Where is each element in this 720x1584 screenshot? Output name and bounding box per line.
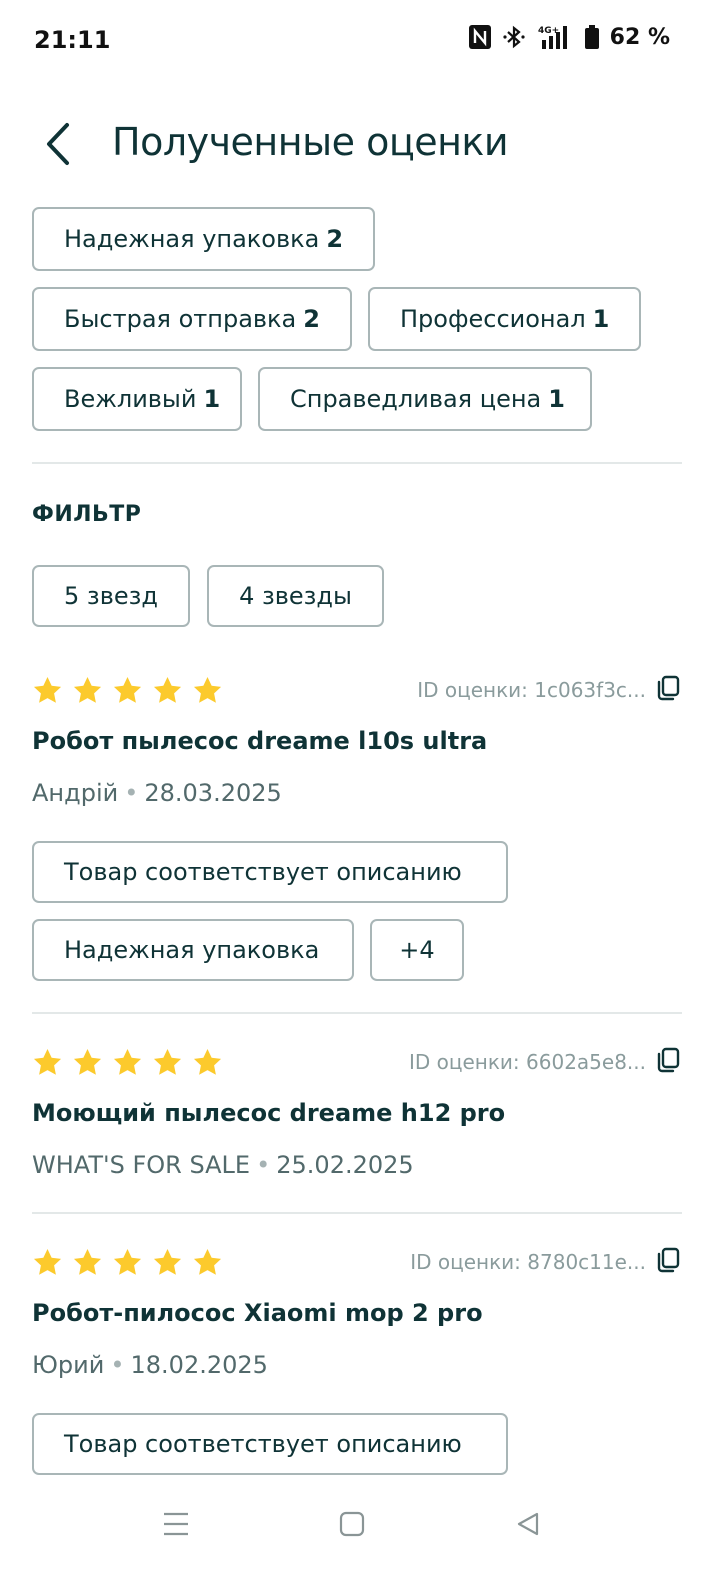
review-tag: Товар соответствует описанию <box>32 1413 508 1475</box>
status-icons: 4G+ 62 % <box>468 24 670 50</box>
copy-icon[interactable] <box>654 1046 682 1074</box>
rating-tag-count: 1 <box>592 305 610 333</box>
star-icon <box>33 1248 62 1275</box>
star-icon <box>153 1248 182 1275</box>
product-title[interactable]: Моющий пылесос dreame h12 pro <box>32 1099 505 1127</box>
rating-tag-label: Надежная упаковка <box>64 225 320 253</box>
rating-tag: Профессионал 1 <box>368 287 641 351</box>
filter-5-stars-button[interactable]: 5 звезд <box>32 565 190 627</box>
review-id: ID оценки: 8780c11e... <box>410 1250 646 1274</box>
rating-tag: Вежливый 1 <box>32 367 242 431</box>
review-tag: Надежная упаковка <box>32 919 354 981</box>
filter-title: ФИЛЬТР <box>32 502 142 527</box>
battery-icon <box>584 24 600 50</box>
star-rating <box>32 675 223 706</box>
star-icon <box>73 676 102 703</box>
review-meta: Андрій • 28.03.2025 <box>32 779 282 807</box>
divider <box>32 1012 682 1014</box>
menu-button[interactable] <box>156 1508 196 1540</box>
separator-dot: • <box>256 1151 271 1179</box>
page-title: Полученные оценки <box>112 120 509 164</box>
star-icon <box>113 1048 142 1075</box>
rating-tag: Надежная упаковка 2 <box>32 207 375 271</box>
review-meta: WHAT'S FOR SALE • 25.02.2025 <box>32 1151 414 1179</box>
back-button[interactable] <box>30 116 86 172</box>
separator-dot: • <box>110 1351 125 1379</box>
review-meta: Юрий • 18.02.2025 <box>32 1351 268 1379</box>
rating-tag-count: 2 <box>326 225 344 253</box>
battery-percent: 62 % <box>609 24 670 50</box>
review-author: Андрій <box>32 779 119 807</box>
menu-icon <box>164 1512 188 1536</box>
signal-icon: 4G+ <box>538 24 574 50</box>
review-date: 28.03.2025 <box>144 779 282 807</box>
review-author: Юрий <box>32 1351 105 1379</box>
back-nav-button[interactable] <box>508 1508 548 1540</box>
chevron-left-icon <box>47 123 69 165</box>
review-author: WHAT'S FOR SALE <box>32 1151 251 1179</box>
review-id: ID оценки: 1c063f3c... <box>417 678 646 702</box>
star-icon <box>33 676 62 703</box>
back-triangle-icon <box>517 1512 539 1536</box>
star-icon <box>193 676 222 703</box>
rating-tag-label: Справедливая цена <box>290 385 542 413</box>
product-title[interactable]: Робот пылесос dreame l10s ultra <box>32 727 487 755</box>
rating-tag-label: Быстрая отправка <box>64 305 297 333</box>
star-icon <box>193 1248 222 1275</box>
star-icon <box>113 676 142 703</box>
star-icon <box>193 1048 222 1075</box>
rating-tag-label: Вежливый <box>64 385 197 413</box>
copy-icon[interactable] <box>654 674 682 702</box>
star-rating <box>32 1247 223 1278</box>
star-icon <box>33 1048 62 1075</box>
rating-tag-count: 1 <box>548 385 565 413</box>
header: Полученные оценки <box>0 110 720 180</box>
rating-tag: Справедливая цена 1 <box>258 367 592 431</box>
star-icon <box>73 1248 102 1275</box>
review-id: ID оценки: 6602a5e8... <box>408 1050 646 1074</box>
more-tags-button[interactable]: +4 <box>370 919 464 981</box>
divider <box>32 462 682 464</box>
system-nav-bar <box>0 1494 720 1554</box>
rating-tag: Быстрая отправка 2 <box>32 287 352 351</box>
star-icon <box>113 1248 142 1275</box>
copy-icon[interactable] <box>654 1246 682 1274</box>
product-title[interactable]: Робот-пилосос Xiaomi mop 2 pro <box>32 1299 483 1327</box>
status-bar: 21:11 4G+ 62 % <box>0 0 720 80</box>
separator-dot: • <box>124 779 139 807</box>
filter-4-stars-button[interactable]: 4 звезды <box>207 565 384 627</box>
nfc-icon <box>468 24 492 50</box>
rating-tag-count: 1 <box>203 385 221 413</box>
status-time: 21:11 <box>34 26 111 54</box>
home-button[interactable] <box>332 1508 372 1540</box>
rating-tag-count: 2 <box>303 305 320 333</box>
bluetooth-icon <box>502 24 528 50</box>
star-icon <box>153 1048 182 1075</box>
rating-tag-label: Профессионал <box>400 305 586 333</box>
divider <box>32 1212 682 1214</box>
home-square-icon <box>339 1511 365 1537</box>
star-icon <box>73 1048 102 1075</box>
review-date: 25.02.2025 <box>276 1151 414 1179</box>
review-date: 18.02.2025 <box>130 1351 268 1379</box>
star-rating <box>32 1047 223 1078</box>
star-icon <box>153 676 182 703</box>
review-tag: Товар соответствует описанию <box>32 841 508 903</box>
